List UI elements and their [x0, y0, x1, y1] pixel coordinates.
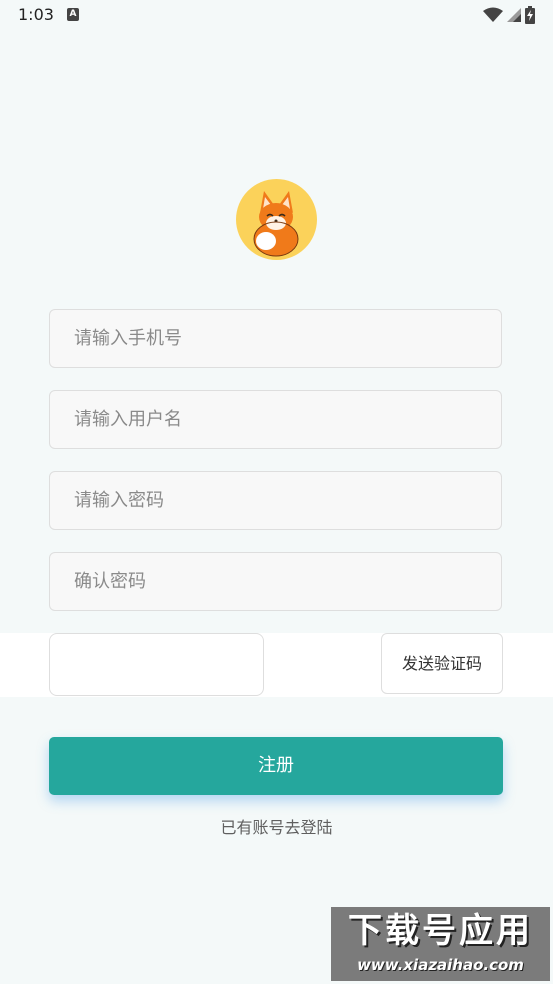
phone-input[interactable]: 请输入手机号 [49, 309, 502, 368]
verification-code-input[interactable] [49, 633, 264, 696]
system-icons [483, 6, 535, 24]
watermark: 下载号应用 www.xiazaihao.com [331, 907, 550, 981]
confirm-password-input[interactable]: 确认密码 [49, 552, 502, 611]
password-input[interactable]: 请输入密码 [49, 471, 502, 530]
fox-mascot-icon [236, 179, 317, 260]
password-placeholder: 请输入密码 [74, 490, 164, 511]
confirm-password-placeholder: 确认密码 [74, 571, 146, 592]
battery-charging-icon [525, 6, 535, 24]
wifi-icon [483, 7, 503, 22]
login-link[interactable]: 已有账号去登陆 [0, 814, 553, 838]
watermark-url: www.xiazaihao.com [357, 956, 524, 974]
watermark-title: 下载号应用 [348, 911, 533, 951]
phone-placeholder: 请输入手机号 [74, 328, 182, 349]
text-a-icon: A [67, 8, 79, 21]
status-time: 1:03 [18, 5, 54, 24]
send-code-button[interactable]: 发送验证码 [381, 633, 503, 694]
username-placeholder: 请输入用户名 [74, 409, 182, 430]
status-bar: 1:03 A [0, 0, 553, 30]
login-link-label[interactable]: 已有账号去登陆 [220, 818, 332, 837]
signal-icon [507, 8, 521, 22]
register-button[interactable]: 注册 [49, 737, 503, 795]
username-input[interactable]: 请输入用户名 [49, 390, 502, 449]
